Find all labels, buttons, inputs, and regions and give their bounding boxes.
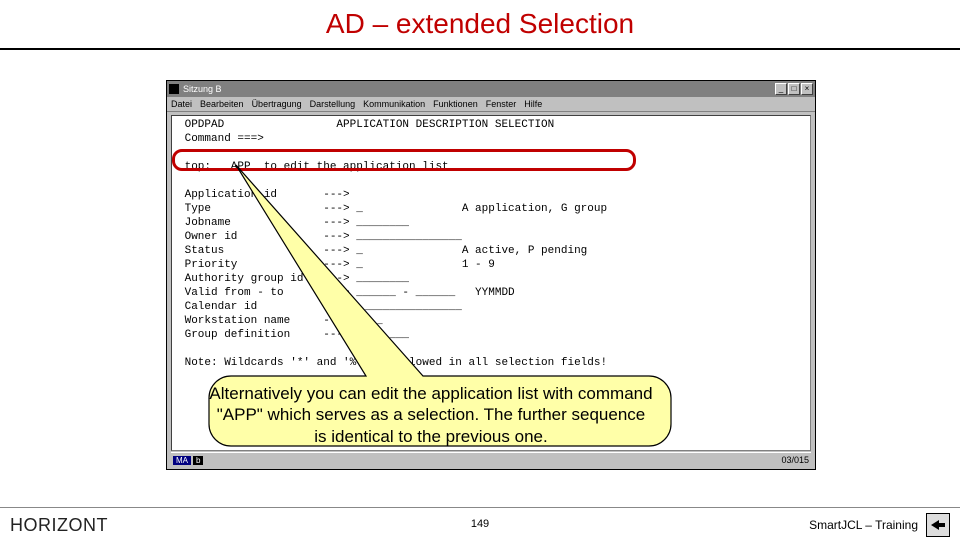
maximize-icon[interactable]: □ [788,83,800,95]
status-right: 03/015 [781,455,809,465]
terminal-titlebar: Sitzung B _ □ × [167,81,815,97]
menu-bearbeiten[interactable]: Bearbeiten [200,99,244,109]
menu-kommunikation[interactable]: Kommunikation [363,99,425,109]
minimize-icon[interactable]: _ [775,83,787,95]
status-box-b: b [193,456,203,465]
footer-course: SmartJCL – Training [809,518,918,532]
page-title: AD – extended Selection [0,8,960,40]
menu-fenster[interactable]: Fenster [486,99,517,109]
footer-brand: HORIZONT [10,515,108,536]
menu-datei[interactable]: Datei [171,99,192,109]
footer-rule [0,507,960,508]
status-box-ma: MA [173,456,191,465]
menu-hilfe[interactable]: Hilfe [524,99,542,109]
menu-funktionen[interactable]: Funktionen [433,99,478,109]
page-number: 149 [471,518,489,530]
terminal-menubar: Datei Bearbeiten Übertragung Darstellung… [167,97,815,112]
terminal-window-title: Sitzung B [183,84,222,94]
terminal-statusbar: MA b 03/015 [171,452,811,467]
footer: HORIZONT 149 SmartJCL – Training [0,510,960,540]
menu-uebertragung[interactable]: Übertragung [252,99,302,109]
title-rule [0,48,960,50]
app-icon [169,84,179,94]
nav-prev-icon[interactable] [926,513,950,537]
callout-text: Alternatively you can edit the applicati… [191,381,671,447]
close-icon[interactable]: × [801,83,813,95]
menu-darstellung[interactable]: Darstellung [310,99,356,109]
